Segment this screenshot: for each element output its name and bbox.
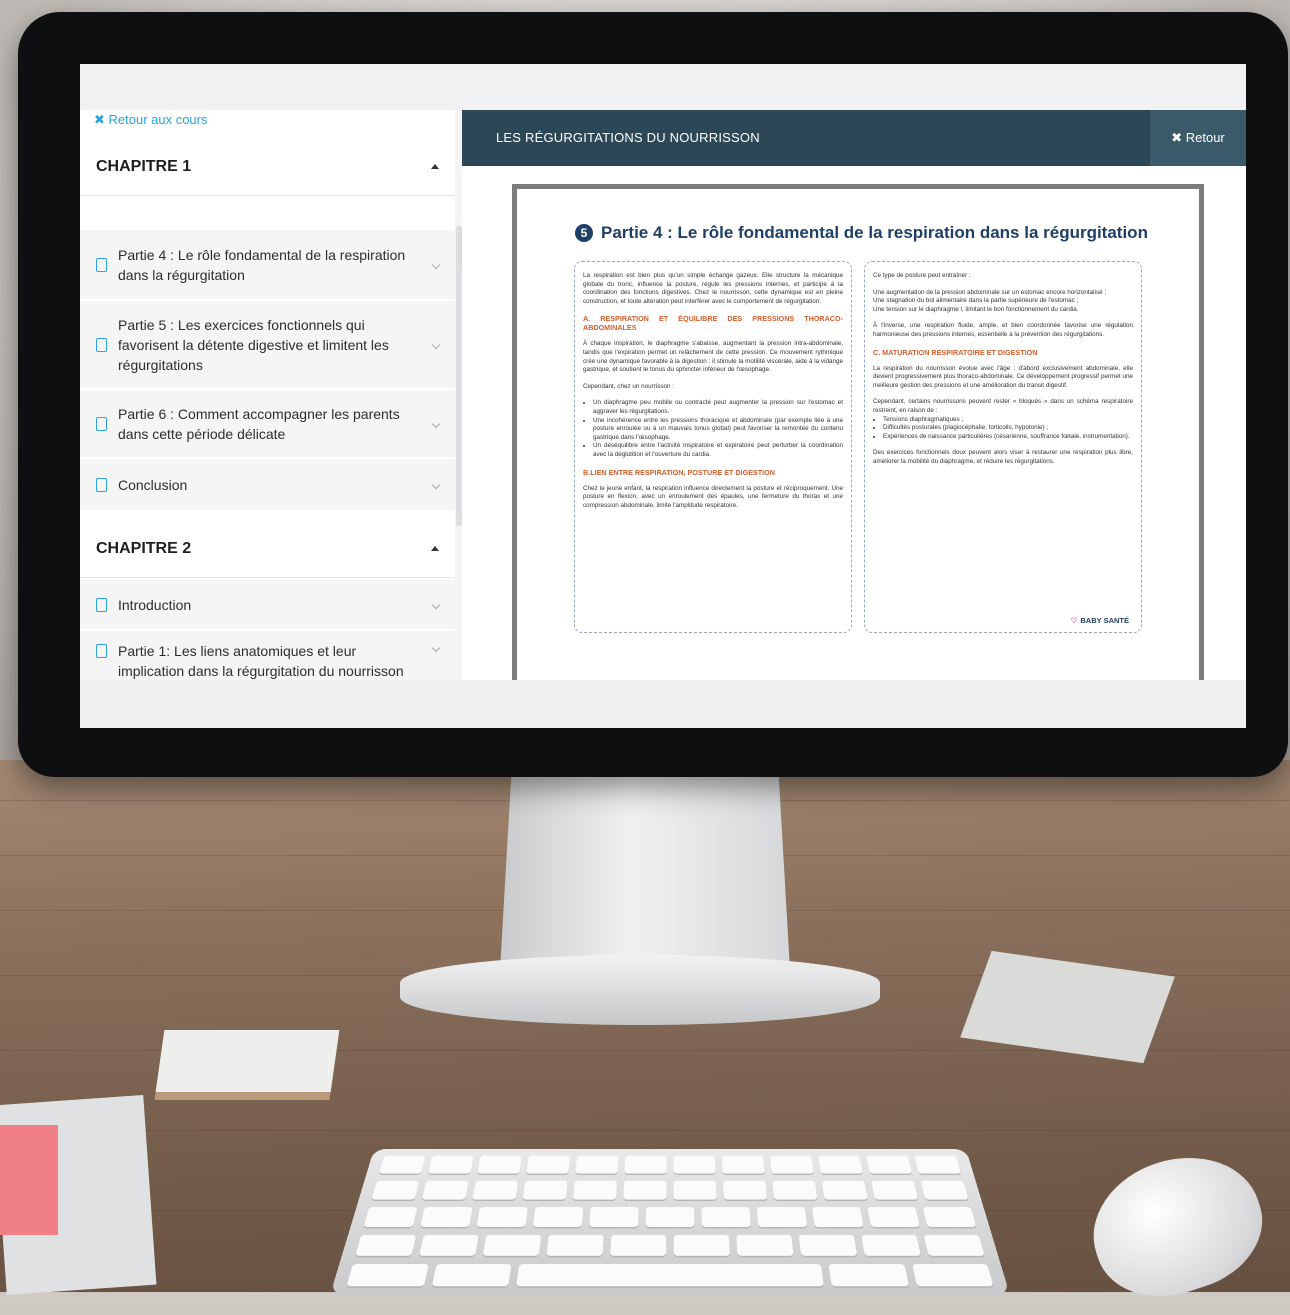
document-title-text: Partie 4 : Le rôle fondamental de la res… — [601, 223, 1148, 242]
document-icon — [96, 416, 107, 431]
lesson-item[interactable]: Partie 4 : Le rôle fondamental de la res… — [80, 230, 455, 300]
list-item: Expériences de naissance particulières (… — [883, 433, 1133, 442]
lesson-item[interactable]: Introduction — [80, 580, 455, 630]
screen-bottom-area — [80, 680, 1246, 728]
list-item: Tensions diaphragmatiques ; — [883, 416, 1133, 425]
chevron-down-icon — [431, 643, 441, 653]
monitor-bezel: ✖ Retour aux cours CHAPITRE 1 autonome P… — [18, 12, 1288, 777]
lesson-label: Partie 1: Les liens anatomiques et leur … — [118, 643, 404, 679]
lesson-item[interactable]: Partie 6 : Comment accompagner les paren… — [80, 390, 455, 458]
caret-up-icon — [431, 546, 439, 551]
screen: ✖ Retour aux cours CHAPITRE 1 autonome P… — [80, 64, 1246, 728]
list-item: Un déséquilibre entre l'activité inspira… — [593, 442, 843, 459]
paragraph: À chaque inspiration, le diaphragme s'ab… — [583, 340, 843, 374]
paragraph: Chez le jeune enfant, la respiration inf… — [583, 484, 843, 509]
document-viewer: 5 Partie 4 : Le rôle fondamental de la re… — [512, 184, 1204, 680]
list-item: Un diaphragme peu mobile ou contracté pe… — [593, 399, 843, 416]
document-column-right: Ce type de posture peut entraîner : Une … — [864, 261, 1142, 633]
keyboard — [330, 1148, 1010, 1295]
paragraph: Cependant, certains nourrissons peuvent … — [873, 398, 1133, 414]
section-number-badge: 5 — [575, 224, 593, 242]
chevron-down-icon — [431, 260, 441, 269]
browser-top-bar — [80, 64, 1246, 110]
lesson-label: Partie 4 : Le rôle fondamental de la res… — [118, 246, 406, 283]
lesson-label: Conclusion — [118, 476, 188, 493]
retour-button[interactable]: ✖ Retour — [1150, 110, 1246, 166]
chevron-down-icon — [431, 419, 441, 428]
lesson-label: Introduction — [118, 596, 192, 613]
paragraph: Une tension sur le diaphragme l, limitan… — [873, 305, 1079, 313]
bullet-list: Tensions diaphragmatiques ; Difficultés … — [873, 416, 1133, 442]
pink-notebook — [0, 1125, 58, 1235]
lesson-content: 5 Partie 4 : Le rôle fondamental de la re… — [462, 166, 1246, 680]
document-icon — [96, 644, 107, 658]
chevron-down-icon — [431, 340, 441, 349]
lesson-label: Partie 5 : Les exercices fonctionnels qu… — [118, 316, 389, 373]
document-icon — [96, 597, 107, 612]
document-icon — [96, 477, 107, 492]
lesson-title: LES RÉGURGITATIONS DU NOURRISSON — [496, 130, 760, 145]
back-to-courses-link[interactable]: ✖ Retour aux cours — [94, 112, 208, 128]
section-heading: B.LIEN ENTRE RESPIRATION, POSTURE ET DIG… — [583, 467, 775, 477]
document-column-left: La respiration est bien plus qu'un simpl… — [574, 261, 852, 633]
logo-text: BABY SANTÉ — [1080, 616, 1129, 626]
lesson-label: Partie 6 : Comment accompagner les paren… — [118, 405, 400, 442]
lesson-item[interactable]: Partie 5 : Les exercices fonctionnels qu… — [80, 301, 455, 389]
paragraph: À l'inverse, une respiration fluide, amp… — [873, 322, 1133, 338]
bullet-list: Un diaphragme peu mobile ou contracté pe… — [583, 399, 843, 459]
section-heading: A. RESPIRATION ET ÉQUILIBRE DES PRESSION… — [583, 314, 843, 333]
lesson-item[interactable]: Conclusion — [80, 459, 455, 511]
heart-icon: ♡ — [1070, 616, 1078, 626]
paragraph: Une stagnation du bol alimentaire dans l… — [873, 297, 1079, 305]
lesson-item[interactable]: Partie 1: Les liens anatomiques et leur … — [80, 631, 455, 680]
chapter-2-title: CHAPITRE 2 — [96, 539, 192, 557]
list-item: Une incohérence entre les pressions thor… — [593, 417, 843, 443]
list-item: Difficultés posturales (plagiocéphalie, … — [883, 424, 1133, 433]
document-title: 5 Partie 4 : Le rôle fondamental de la re… — [575, 223, 1148, 243]
paragraph: La respiration est bien plus qu'un simpl… — [583, 272, 843, 305]
monitor-stand — [500, 770, 790, 970]
caret-up-icon — [431, 164, 439, 169]
baby-sante-logo: ♡ BABY SANTÉ — [1071, 617, 1129, 626]
chapter-1-title: CHAPITRE 1 — [96, 157, 192, 175]
section-heading: C. MATURATION RESPIRATOIRE ET DIGESTION — [873, 347, 1038, 357]
chevron-down-icon — [431, 600, 441, 609]
document-icon — [96, 257, 107, 272]
monitor-stand-base — [400, 955, 880, 1025]
paragraph: Des exercices fonctionnels doux peuvent … — [873, 449, 1133, 465]
lesson-header: LES RÉGURGITATIONS DU NOURRISSON ✖ Retou… — [462, 110, 1246, 166]
paragraph: Ce type de posture peut entraîner : — [873, 272, 971, 279]
chapter-2-header[interactable]: CHAPITRE 2 — [80, 520, 455, 578]
paragraph: Cependant, chez un nourrisson : — [583, 382, 675, 390]
paragraph: La respiration du nourrisson évolue avec… — [873, 364, 1133, 389]
sticky-note-left — [155, 1030, 340, 1092]
chapter-1-header[interactable]: CHAPITRE 1 — [80, 138, 455, 196]
paragraph: Une augmentation de la pression abdomina… — [873, 288, 1107, 296]
document-icon — [96, 337, 107, 352]
chevron-down-icon — [431, 480, 441, 489]
course-sidebar: ✖ Retour aux cours CHAPITRE 1 autonome P… — [80, 110, 455, 680]
